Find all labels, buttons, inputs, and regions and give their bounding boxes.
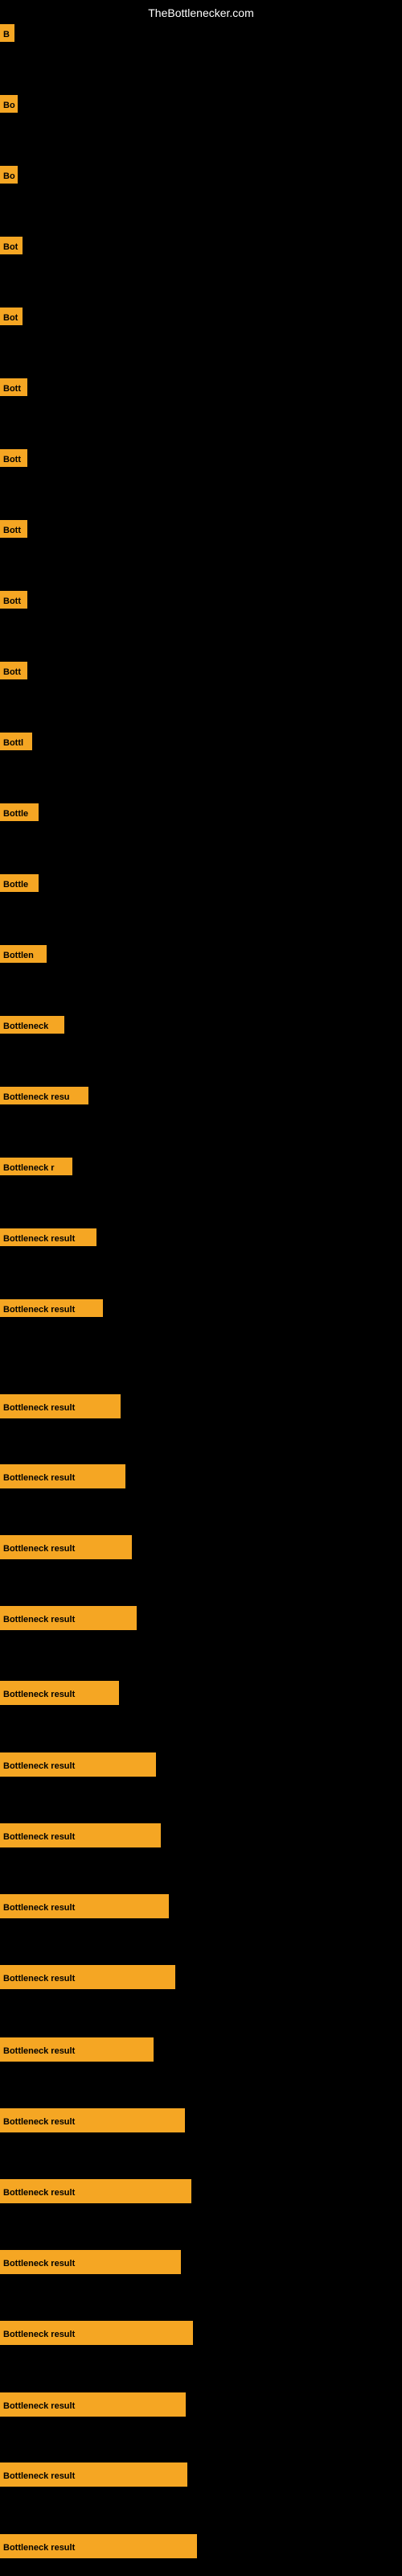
bar-label: Bottleneck (0, 1016, 64, 1034)
bar-item: Bottleneck result (0, 2462, 187, 2491)
bar-item: Bottl (0, 733, 32, 754)
bar-item: B (0, 24, 14, 46)
bar-label: Bottleneck result (0, 2462, 187, 2487)
bar-label: Bot (0, 237, 23, 254)
bar-label: Bottleneck result (0, 2534, 197, 2558)
bar-item: Bottleneck result (0, 1965, 175, 1993)
bar-item: Bottleneck resu (0, 1087, 88, 1108)
bar-item: Bottleneck result (0, 1681, 119, 1709)
bar-item: Bottleneck result (0, 2037, 154, 2066)
bar-item: Bottleneck result (0, 1394, 121, 1422)
bar-label: Bottleneck result (0, 1299, 103, 1317)
bar-label: Bottleneck result (0, 1681, 119, 1705)
bar-label: Bottleneck result (0, 2179, 191, 2203)
bar-label: Bottleneck r (0, 1158, 72, 1175)
bar-item: Bott (0, 449, 27, 471)
bar-item: Bo (0, 166, 18, 188)
bar-item: Bottleneck result (0, 1823, 161, 1852)
bar-label: Bott (0, 449, 27, 467)
bar-label: Bottleneck result (0, 1394, 121, 1418)
bar-item: Bottleneck result (0, 1535, 132, 1563)
bar-item: Bott (0, 520, 27, 542)
bar-label: Bott (0, 520, 27, 538)
bar-item: Bottle (0, 803, 39, 825)
bar-label: Bottleneck result (0, 2392, 186, 2417)
bar-label: Bottleneck result (0, 2250, 181, 2274)
bar-item: Bottleneck result (0, 1606, 137, 1634)
bar-label: Bottleneck result (0, 1894, 169, 1918)
bar-label: Bott (0, 662, 27, 679)
bar-label: Bo (0, 166, 18, 184)
bar-item: Bottle (0, 874, 39, 896)
bar-label: Bottlen (0, 945, 47, 963)
bar-item: Bottleneck r (0, 1158, 72, 1179)
bar-item: Bottlen (0, 945, 47, 967)
bar-label: Bottleneck resu (0, 1087, 88, 1104)
bar-label: B (0, 24, 14, 42)
bar-item: Bottleneck result (0, 2179, 191, 2207)
bar-item: Bottleneck result (0, 2392, 186, 2421)
bar-label: Bottleneck result (0, 1464, 125, 1488)
bar-item: Bottleneck (0, 1016, 64, 1038)
bar-label: Bott (0, 591, 27, 609)
bar-label: Bot (0, 308, 23, 325)
bar-item: Bottleneck result (0, 1464, 125, 1492)
bar-label: Bottleneck result (0, 1606, 137, 1630)
bar-item: Bottleneck result (0, 2250, 181, 2278)
site-title: TheBottlenecker.com (148, 6, 254, 19)
bar-item: Bot (0, 308, 23, 329)
bar-item: Bottleneck result (0, 2534, 197, 2562)
bar-label: Bottleneck result (0, 2108, 185, 2132)
bar-item: Bo (0, 95, 18, 117)
bar-item: Bottleneck result (0, 1894, 169, 1922)
bar-label: Bottleneck result (0, 1535, 132, 1559)
bar-label: Bottleneck result (0, 1823, 161, 1847)
bar-label: Bottle (0, 874, 39, 892)
bar-item: Bot (0, 237, 23, 258)
bar-item: Bottleneck result (0, 2321, 193, 2349)
bar-item: Bott (0, 378, 27, 400)
bar-label: Bo (0, 95, 18, 113)
bar-item: Bottleneck result (0, 1228, 96, 1250)
bar-item: Bott (0, 591, 27, 613)
bar-label: Bottl (0, 733, 32, 750)
bar-item: Bott (0, 662, 27, 683)
bar-label: Bottleneck result (0, 1965, 175, 1989)
bar-label: Bottleneck result (0, 1752, 156, 1777)
bar-item: Bottleneck result (0, 1752, 156, 1781)
bar-label: Bott (0, 378, 27, 396)
bar-label: Bottleneck result (0, 1228, 96, 1246)
bar-label: Bottleneck result (0, 2321, 193, 2345)
bar-label: Bottleneck result (0, 2037, 154, 2062)
bar-item: Bottleneck result (0, 1299, 103, 1321)
bar-label: Bottle (0, 803, 39, 821)
bar-item: Bottleneck result (0, 2108, 185, 2136)
